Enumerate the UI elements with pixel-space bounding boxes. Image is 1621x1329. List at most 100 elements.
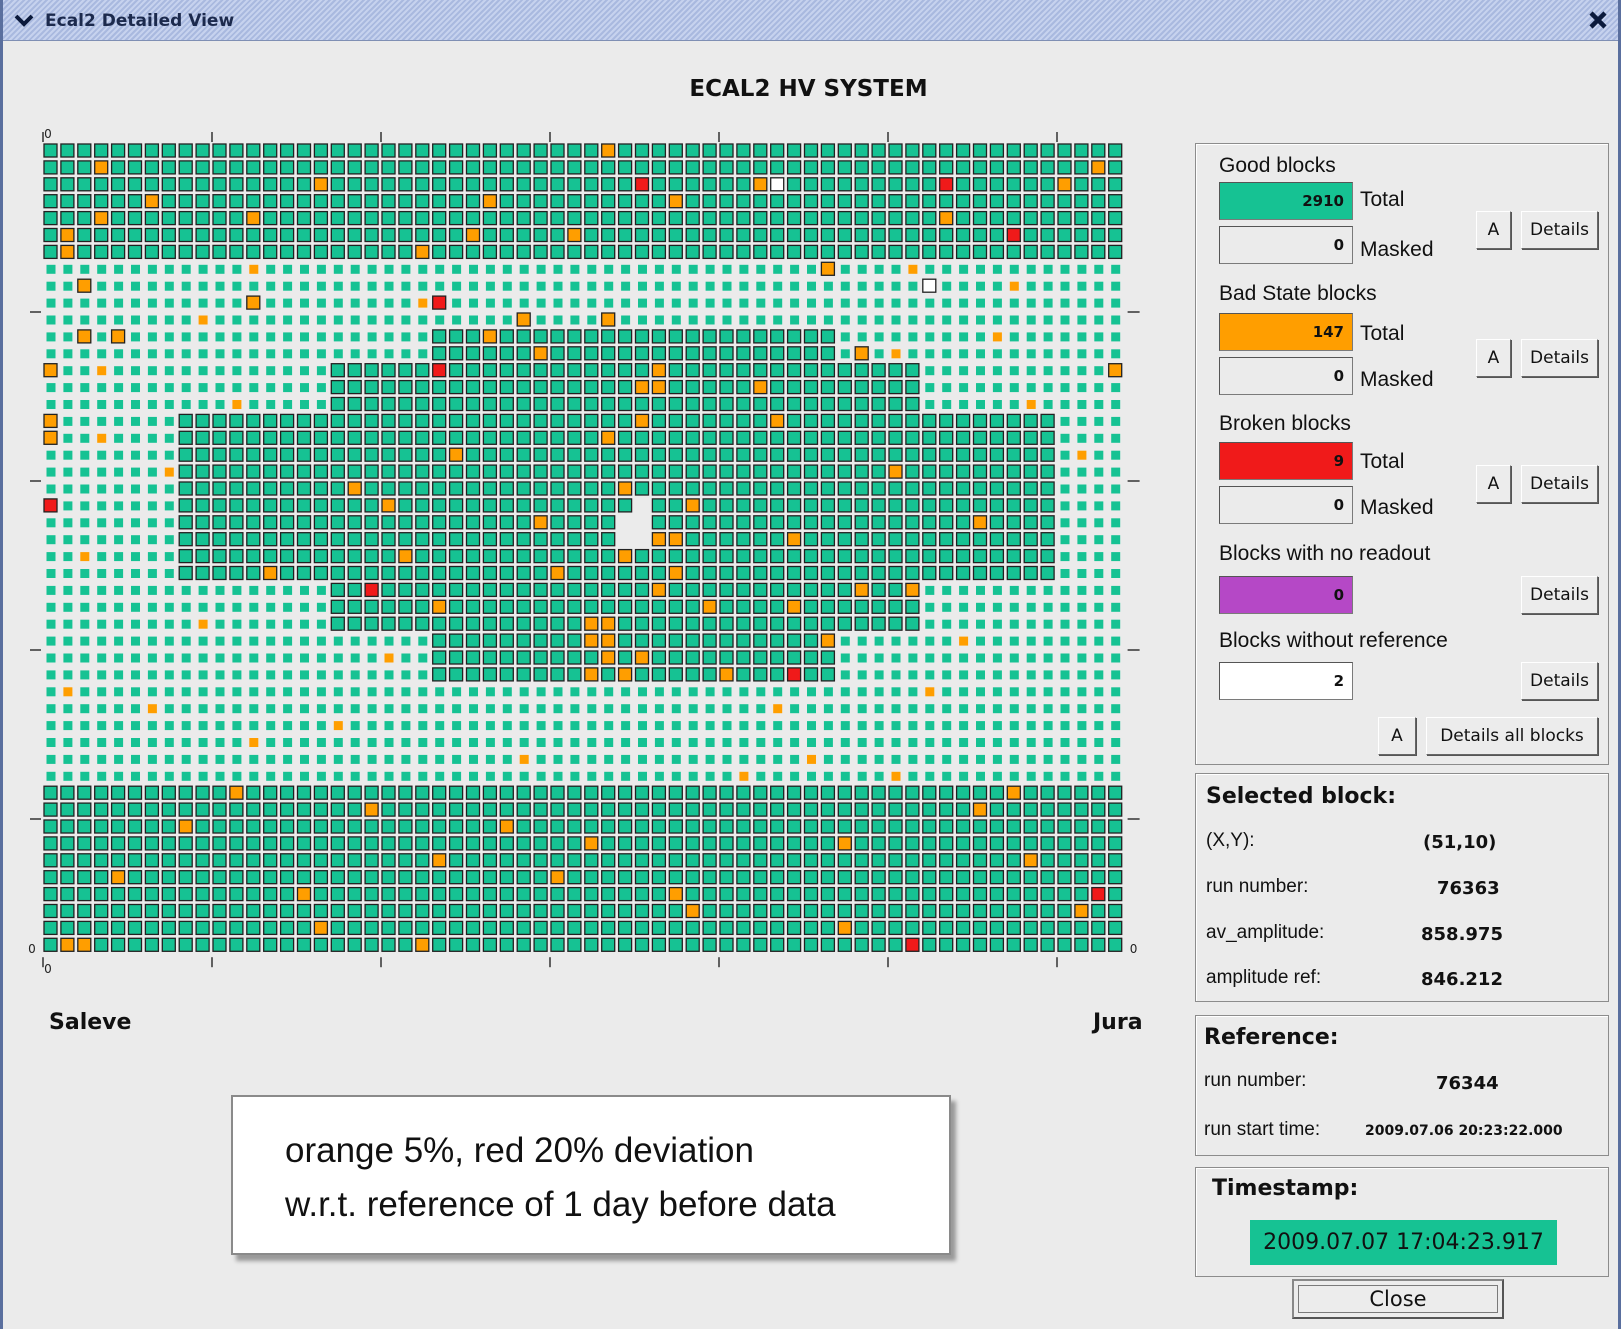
block-cell[interactable]: [279, 244, 295, 260]
block-cell[interactable]: [127, 143, 143, 158]
block-cell[interactable]: [1060, 704, 1070, 714]
block-cell[interactable]: [401, 653, 411, 663]
block-cell[interactable]: [955, 886, 971, 902]
block-cell[interactable]: [1057, 143, 1072, 158]
block-cell[interactable]: [448, 836, 464, 851]
block-cell[interactable]: [1026, 349, 1036, 359]
block-cell[interactable]: [786, 430, 802, 445]
block-cell[interactable]: [127, 194, 143, 209]
block-cell[interactable]: [955, 532, 971, 547]
block-cell[interactable]: [1094, 400, 1104, 409]
block-cell[interactable]: [46, 619, 56, 629]
block-cell[interactable]: [533, 464, 548, 479]
block-cell[interactable]: [330, 802, 345, 817]
block-cell[interactable]: [567, 413, 582, 429]
block-cell[interactable]: [617, 329, 633, 344]
block-cell[interactable]: [164, 433, 174, 443]
block-cell[interactable]: [482, 819, 498, 834]
block-cell[interactable]: [80, 450, 90, 460]
block-cell[interactable]: [482, 396, 498, 412]
block-cell[interactable]: [215, 366, 225, 376]
block-cell[interactable]: [485, 298, 495, 308]
block-cell[interactable]: [333, 704, 343, 714]
block-cell[interactable]: [364, 819, 379, 834]
block-cell[interactable]: [719, 346, 734, 361]
block-cell[interactable]: [837, 194, 852, 209]
block-cell[interactable]: [939, 430, 954, 445]
block-cell[interactable]: [989, 194, 1005, 209]
block-cell[interactable]: [1026, 315, 1036, 325]
block-cell[interactable]: [195, 819, 210, 834]
block-cell[interactable]: [114, 501, 124, 511]
block-cell[interactable]: [570, 264, 580, 274]
block-cell[interactable]: [131, 467, 140, 477]
block-cell[interactable]: [127, 937, 143, 952]
block-cell[interactable]: [972, 447, 988, 462]
block-cell[interactable]: [266, 687, 276, 697]
block-cell[interactable]: [300, 332, 309, 342]
block-cell[interactable]: [1094, 281, 1104, 291]
block-cell[interactable]: [147, 535, 157, 545]
block-cell[interactable]: [212, 210, 227, 226]
block-cell[interactable]: [702, 582, 717, 598]
block-cell[interactable]: [131, 332, 140, 342]
block-cell[interactable]: [1009, 670, 1019, 680]
block-cell[interactable]: [1043, 771, 1053, 781]
block-cell[interactable]: [499, 244, 514, 260]
block-cell[interactable]: [347, 836, 362, 851]
block-cell[interactable]: [736, 515, 751, 530]
block-cell[interactable]: [1026, 653, 1036, 663]
block-cell[interactable]: [803, 616, 819, 631]
block-cell[interactable]: [330, 870, 345, 885]
block-cell[interactable]: [601, 481, 616, 496]
block-cell[interactable]: [753, 160, 768, 175]
block-cell[interactable]: [300, 298, 309, 308]
block-cell[interactable]: [770, 227, 785, 243]
block-cell[interactable]: [820, 498, 836, 513]
block-cell[interactable]: [807, 315, 816, 325]
block-cell[interactable]: [888, 363, 903, 378]
block-cell[interactable]: [330, 582, 345, 598]
block-cell[interactable]: [316, 754, 326, 764]
block-cell[interactable]: [80, 585, 90, 595]
block-cell[interactable]: [1026, 585, 1036, 595]
block-cell[interactable]: [364, 396, 379, 412]
block-cell[interactable]: [790, 298, 800, 308]
block-cell[interactable]: [502, 298, 512, 308]
block-cell[interactable]: [959, 332, 969, 342]
block-cell[interactable]: [719, 853, 734, 868]
block-cell[interactable]: [820, 430, 836, 445]
block-cell[interactable]: [313, 548, 329, 564]
block-cell[interactable]: [1057, 802, 1072, 817]
block-cell[interactable]: [330, 160, 345, 175]
block-cell[interactable]: [922, 802, 937, 817]
block-cell[interactable]: [465, 396, 481, 412]
block-cell[interactable]: [550, 244, 565, 260]
block-cell[interactable]: [584, 853, 599, 868]
block-cell[interactable]: [1108, 870, 1123, 885]
block-cell[interactable]: [198, 332, 208, 342]
block-cell[interactable]: [246, 481, 261, 496]
block-cell[interactable]: [1040, 870, 1055, 885]
block-cell[interactable]: [300, 636, 309, 646]
block-cell[interactable]: [1111, 298, 1121, 308]
block-cell[interactable]: [871, 160, 886, 175]
block-cell[interactable]: [465, 194, 481, 209]
block-cell[interactable]: [753, 515, 768, 530]
block-cell[interactable]: [246, 413, 261, 429]
block-cell[interactable]: [533, 346, 548, 361]
block-cell[interactable]: [533, 582, 548, 598]
block-cell[interactable]: [702, 143, 717, 158]
block-cell[interactable]: [80, 433, 90, 443]
block-cell[interactable]: [533, 650, 548, 665]
block-cell[interactable]: [127, 160, 143, 175]
block-cell[interactable]: [330, 886, 345, 902]
block-cell[interactable]: [178, 548, 193, 564]
block-cell[interactable]: [1108, 886, 1123, 902]
block-cell[interactable]: [871, 447, 886, 462]
block-cell[interactable]: [1009, 366, 1019, 376]
details-all-blocks-button[interactable]: Details all blocks: [1426, 717, 1598, 755]
block-cell[interactable]: [533, 819, 548, 834]
block-cell[interactable]: [452, 687, 462, 697]
block-cell[interactable]: [925, 754, 935, 764]
